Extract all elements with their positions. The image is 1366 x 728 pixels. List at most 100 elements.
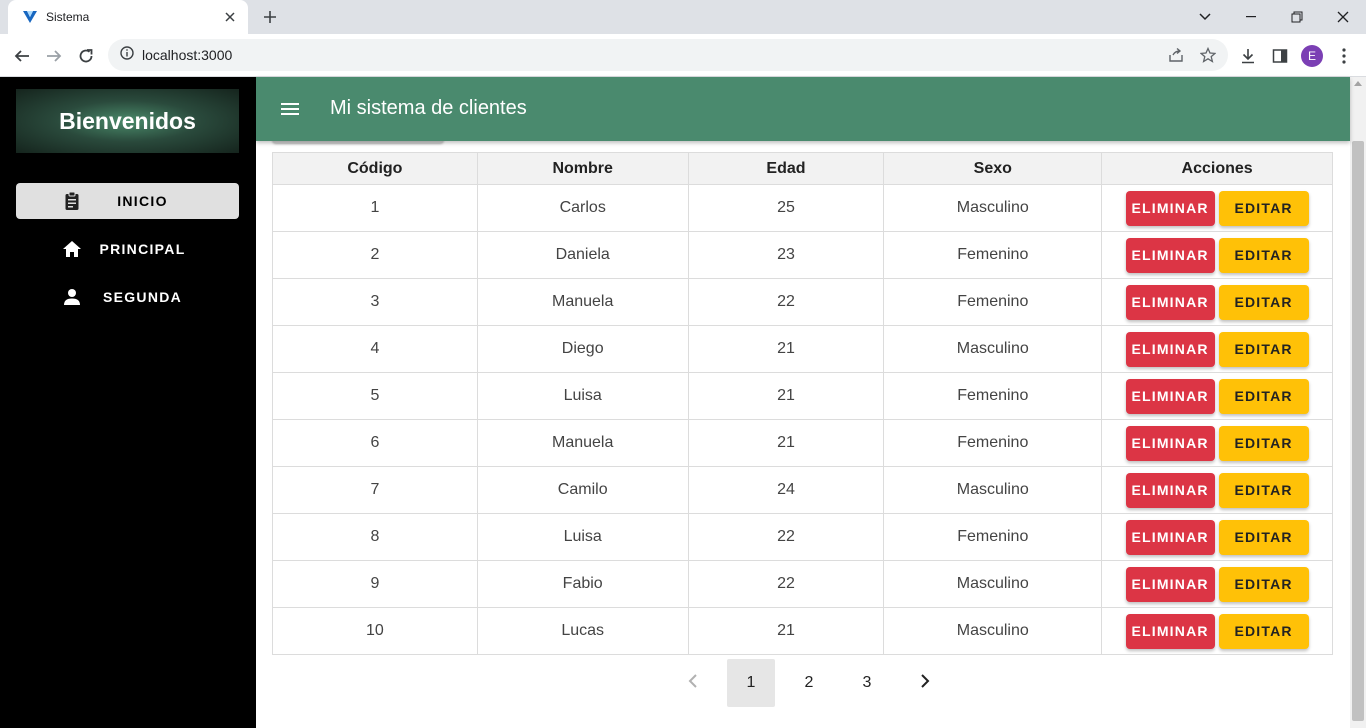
edit-button[interactable]: EDITAR	[1218, 613, 1309, 649]
reload-icon[interactable]	[72, 42, 100, 70]
table-row: 5 Luisa 21 Femenino ELIMINAR EDITAR	[272, 372, 1333, 420]
close-window-button[interactable]	[1320, 0, 1366, 34]
cell-codigo: 3	[272, 278, 478, 326]
cell-edad: 24	[687, 466, 885, 514]
delete-button[interactable]: ELIMINAR	[1125, 237, 1215, 273]
delete-button[interactable]: ELIMINAR	[1125, 425, 1215, 461]
main-content: Código Nombre Edad Sexo Acciones 1 Carlos…	[256, 139, 1350, 728]
cell-acciones: ELIMINAR EDITAR	[1101, 513, 1333, 561]
new-tab-button[interactable]	[258, 5, 282, 29]
cell-codigo: 4	[272, 325, 478, 373]
table-row: 7 Camilo 24 Masculino ELIMINAR EDITAR	[272, 466, 1333, 514]
cell-nombre: Lucas	[476, 607, 689, 655]
cell-sexo: Masculino	[883, 184, 1103, 232]
sidebar-item-inicio[interactable]: INICIO	[16, 183, 239, 219]
chevron-right-icon	[920, 673, 930, 693]
sidebar-item-label: SEGUNDA	[102, 289, 183, 305]
hamburger-menu-icon[interactable]	[278, 97, 302, 121]
cell-sexo: Femenino	[883, 231, 1103, 279]
edit-button[interactable]: EDITAR	[1218, 519, 1309, 555]
delete-button[interactable]: ELIMINAR	[1125, 519, 1215, 555]
sidebar: Bienvenidos INICIO PRINCIPAL SEGUNDA	[0, 77, 256, 728]
cell-edad: 22	[687, 513, 885, 561]
edit-button[interactable]: EDITAR	[1218, 378, 1309, 414]
cell-sexo: Femenino	[883, 278, 1103, 326]
edit-button[interactable]: EDITAR	[1218, 190, 1309, 226]
page-scrollbar[interactable]	[1350, 77, 1366, 728]
tab-search-icon[interactable]	[1182, 0, 1228, 34]
cell-nombre: Luisa	[476, 372, 689, 420]
table-row: 6 Manuela 21 Femenino ELIMINAR EDITAR	[272, 419, 1333, 467]
menu-kebab-icon[interactable]	[1330, 42, 1358, 70]
table-body: 1 Carlos 25 Masculino ELIMINAR EDITAR 2 Daniela…	[272, 184, 1333, 655]
back-arrow-icon[interactable]	[8, 42, 36, 70]
cell-acciones: ELIMINAR EDITAR	[1101, 466, 1333, 514]
cell-nombre: Luisa	[476, 513, 689, 561]
cell-sexo: Femenino	[883, 372, 1103, 420]
cell-nombre: Carlos	[476, 184, 689, 232]
cell-acciones: ELIMINAR EDITAR	[1101, 231, 1333, 279]
cell-codigo: 7	[272, 466, 478, 514]
profile-initial: E	[1301, 45, 1323, 67]
sidebar-item-segunda[interactable]: SEGUNDA	[16, 279, 239, 315]
edit-button[interactable]: EDITAR	[1218, 566, 1309, 602]
tab-close-icon[interactable]	[218, 5, 242, 29]
sidebar-brand: Bienvenidos	[16, 89, 239, 153]
site-info-icon[interactable]	[120, 45, 134, 65]
table-row: 10 Lucas 21 Masculino ELIMINAR EDITAR	[272, 607, 1333, 655]
chevron-left-icon	[688, 673, 698, 693]
address-bar[interactable]: localhost:3000	[108, 39, 1228, 71]
delete-button[interactable]: ELIMINAR	[1125, 613, 1215, 649]
scrollbar-thumb[interactable]	[1352, 141, 1364, 721]
forward-arrow-icon[interactable]	[40, 42, 68, 70]
delete-button[interactable]: ELIMINAR	[1125, 331, 1215, 367]
cell-edad: 21	[687, 372, 885, 420]
page-title: Mi sistema de clientes	[330, 97, 527, 119]
vuetify-logo-icon	[22, 9, 38, 25]
cell-codigo: 8	[272, 513, 478, 561]
edit-button[interactable]: EDITAR	[1218, 284, 1309, 320]
edit-button[interactable]: EDITAR	[1218, 237, 1309, 273]
pagination-prev-button[interactable]	[669, 659, 717, 707]
table-header-row: Código Nombre Edad Sexo Acciones	[272, 152, 1333, 185]
person-icon	[62, 287, 82, 307]
edit-button[interactable]: EDITAR	[1218, 331, 1309, 367]
cell-edad: 21	[687, 607, 885, 655]
cell-sexo: Femenino	[883, 513, 1103, 561]
pagination-page-1[interactable]: 1	[727, 659, 775, 707]
delete-button[interactable]: ELIMINAR	[1125, 472, 1215, 508]
cell-sexo: Femenino	[883, 419, 1103, 467]
table-row: 2 Daniela 23 Femenino ELIMINAR EDITAR	[272, 231, 1333, 279]
cell-nombre: Manuela	[476, 278, 689, 326]
side-panel-icon[interactable]	[1266, 42, 1294, 70]
restore-button[interactable]	[1274, 0, 1320, 34]
cell-codigo: 6	[272, 419, 478, 467]
sidebar-item-principal[interactable]: PRINCIPAL	[16, 231, 239, 267]
edit-button[interactable]: EDITAR	[1218, 425, 1309, 461]
cell-nombre: Fabio	[476, 560, 689, 608]
delete-button[interactable]: ELIMINAR	[1125, 284, 1215, 320]
pagination-next-button[interactable]	[901, 659, 949, 707]
pagination-page-2[interactable]: 2	[785, 659, 833, 707]
cell-codigo: 9	[272, 560, 478, 608]
cell-edad: 25	[687, 184, 885, 232]
pagination-page-3[interactable]: 3	[843, 659, 891, 707]
cell-codigo: 1	[272, 184, 478, 232]
bookmark-star-icon[interactable]	[1194, 39, 1222, 71]
delete-button[interactable]: ELIMINAR	[1125, 190, 1215, 226]
table-row: 1 Carlos 25 Masculino ELIMINAR EDITAR	[272, 184, 1333, 232]
column-header-edad: Edad	[687, 152, 885, 185]
minimize-button[interactable]	[1228, 0, 1274, 34]
cell-acciones: ELIMINAR EDITAR	[1101, 607, 1333, 655]
download-icon[interactable]	[1234, 42, 1262, 70]
share-icon[interactable]	[1162, 39, 1190, 71]
scroll-up-arrow-icon[interactable]	[1354, 81, 1362, 86]
browser-tab[interactable]: Sistema	[8, 0, 248, 34]
sidebar-item-label: PRINCIPAL	[99, 241, 186, 257]
delete-button[interactable]: ELIMINAR	[1125, 566, 1215, 602]
delete-button[interactable]: ELIMINAR	[1125, 378, 1215, 414]
edit-button[interactable]: EDITAR	[1218, 472, 1309, 508]
cell-codigo: 2	[272, 231, 478, 279]
cell-nombre: Manuela	[476, 419, 689, 467]
profile-avatar[interactable]: E	[1298, 42, 1326, 70]
